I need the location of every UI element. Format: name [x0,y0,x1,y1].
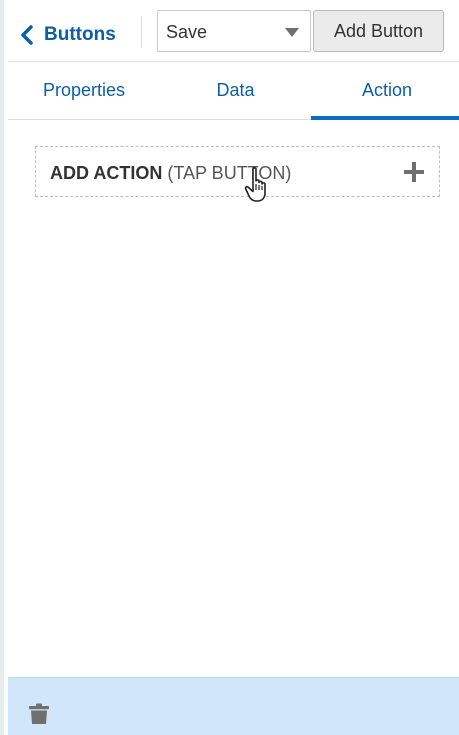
trash-icon[interactable] [28,703,50,725]
plus-icon[interactable] [404,162,424,182]
add-action-label: ADD ACTION [50,163,163,183]
back-link-label: Buttons [44,24,116,45]
chevron-left-icon [21,25,33,45]
tab-properties[interactable]: Properties [8,62,160,119]
tab-action[interactable]: Action [311,62,459,120]
button-type-select[interactable]: Save [157,10,311,52]
tab-bar: Properties Data Action [8,62,459,120]
header-divider [141,16,142,48]
tab-data[interactable]: Data [160,62,311,119]
chevron-down-icon [285,28,299,37]
panel-footer [8,677,459,735]
add-action-title: ADD ACTION (TAP BUTTON) [50,163,291,184]
panel-header: Buttons Save Add Button [8,0,459,62]
add-action-box[interactable]: ADD ACTION (TAP BUTTON) [35,146,440,197]
properties-panel: Buttons Save Add Button Properties Data … [0,0,459,735]
add-button-button[interactable]: Add Button [313,10,444,52]
select-value: Save [166,22,208,42]
add-action-trigger: (TAP BUTTON) [167,163,292,183]
back-link[interactable]: Buttons [20,20,116,50]
